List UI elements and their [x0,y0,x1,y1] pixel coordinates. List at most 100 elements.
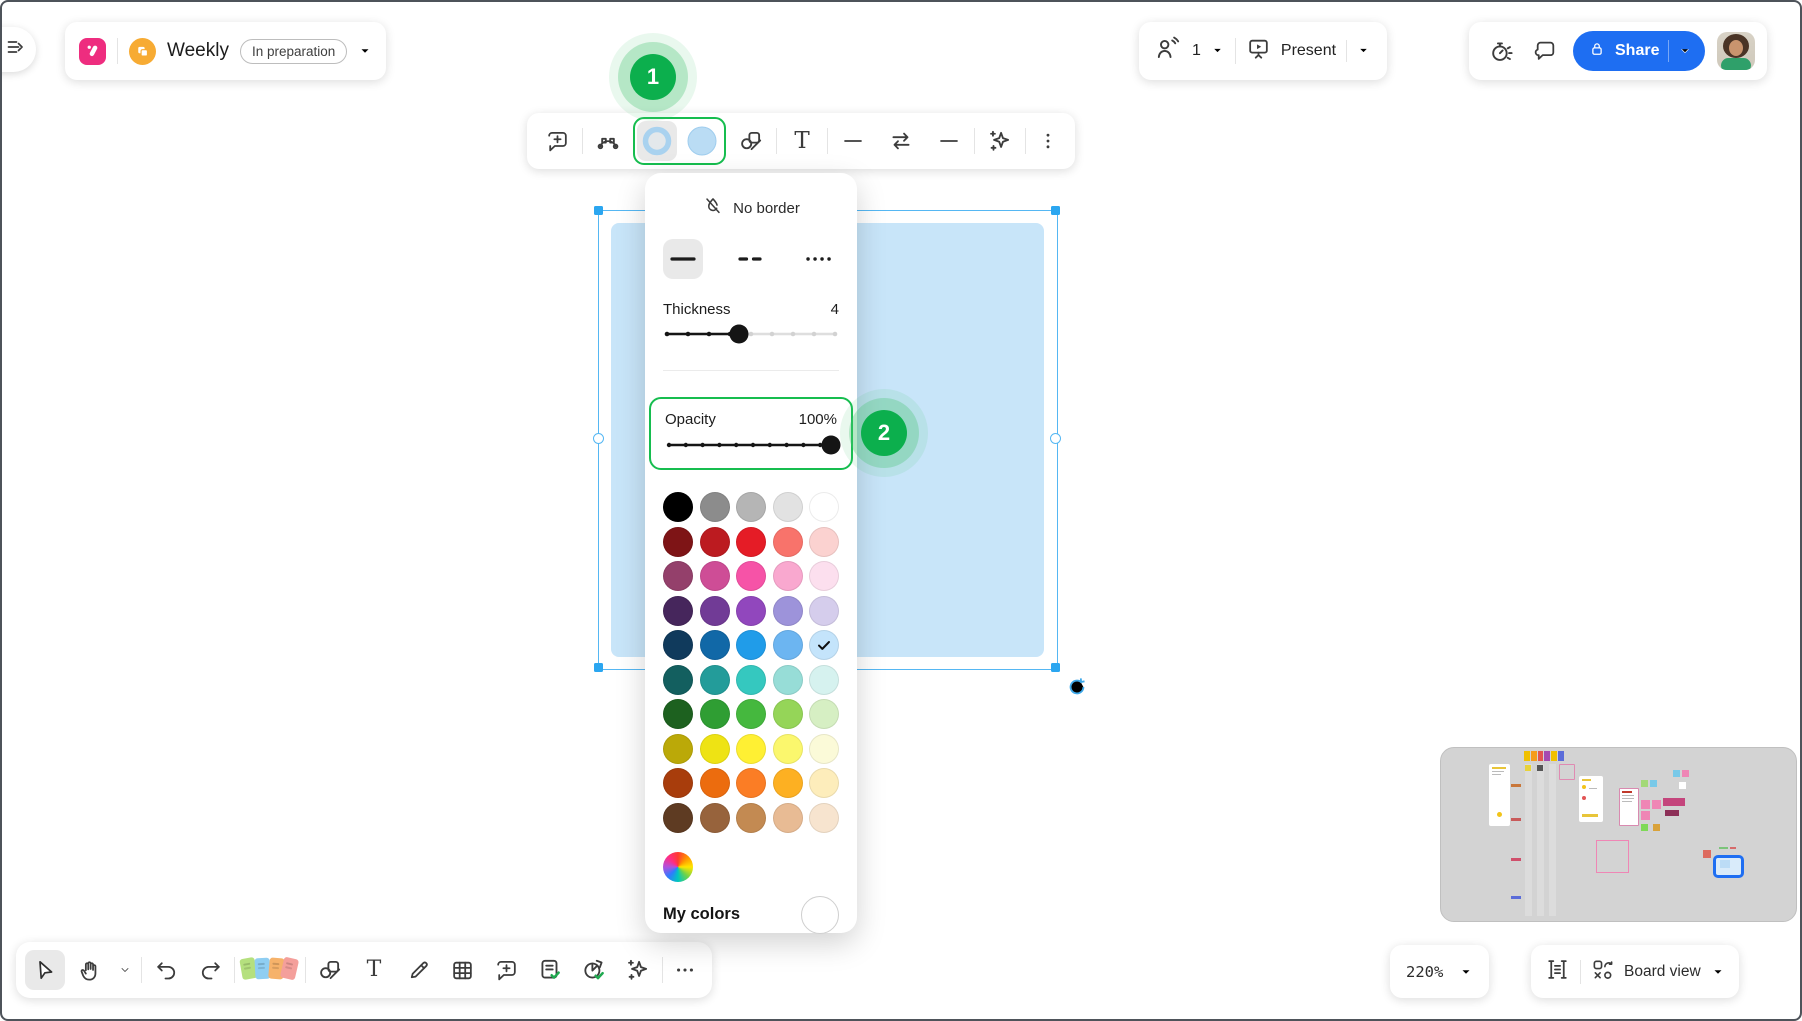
line-tool-2-button[interactable] [929,121,969,161]
hand-tool-button[interactable] [69,950,109,990]
color-swatch[interactable] [663,734,693,764]
weekly-app-icon[interactable] [129,38,156,65]
color-swatch[interactable] [773,699,803,729]
tool-chevron-icon[interactable] [113,950,137,990]
sticky-notes-button[interactable] [239,950,301,990]
ai-magic-button[interactable] [980,121,1020,161]
frames-panel-icon[interactable] [1545,957,1570,987]
frames-tool-button[interactable] [530,950,570,990]
border-color-button[interactable] [637,121,677,161]
present-chevron-icon[interactable] [1357,44,1371,58]
color-swatch[interactable] [773,768,803,798]
view-chevron-icon[interactable] [1711,965,1725,979]
select-tool-button[interactable] [25,950,65,990]
color-swatch[interactable] [773,596,803,626]
add-custom-color-button[interactable] [801,896,839,934]
board-menu-chevron-icon[interactable] [358,44,372,58]
color-swatch[interactable] [700,561,730,591]
shape-style-button[interactable] [731,121,771,161]
comments-icon[interactable] [1529,31,1561,71]
more-options-button[interactable] [1031,121,1065,161]
app-logo-icon[interactable] [79,38,106,65]
share-button[interactable]: Share [1573,31,1705,71]
color-swatch[interactable] [809,768,839,798]
color-swatch[interactable] [736,699,766,729]
color-swatch[interactable] [700,699,730,729]
board-view-label[interactable]: Board view [1624,963,1701,981]
connector-tool-button[interactable] [588,121,628,161]
color-swatch[interactable] [736,665,766,695]
color-swatch[interactable] [809,699,839,729]
redo-button[interactable] [190,950,230,990]
fill-color-button[interactable] [682,121,722,161]
color-swatch[interactable] [736,561,766,591]
color-swatch[interactable] [700,734,730,764]
color-swatch[interactable] [700,527,730,557]
whiteboard-canvas[interactable]: Weekly In preparation 1 T [0,0,1802,1021]
color-swatch[interactable] [663,596,693,626]
table-tool-button[interactable] [442,950,482,990]
color-swatch[interactable] [700,768,730,798]
color-swatch[interactable] [736,734,766,764]
color-swatch[interactable] [663,803,693,833]
color-swatch[interactable] [736,492,766,522]
board-title[interactable]: Weekly [167,40,229,62]
opacity-slider[interactable] [665,432,841,458]
color-swatch[interactable] [736,527,766,557]
charts-tool-button[interactable] [574,950,614,990]
color-swatch[interactable] [736,803,766,833]
color-swatch[interactable] [809,596,839,626]
color-swatch[interactable] [809,527,839,557]
color-swatch[interactable] [736,768,766,798]
color-swatch[interactable] [663,768,693,798]
color-swatch[interactable] [809,630,839,660]
color-swatch[interactable] [773,492,803,522]
sidebar-toggle-button[interactable] [0,27,36,72]
color-swatch[interactable] [773,630,803,660]
line-tool-button[interactable] [833,121,873,161]
resize-handle-ne[interactable] [1051,206,1060,215]
minimap-viewport[interactable] [1713,855,1744,878]
custom-color-wheel-button[interactable] [663,852,693,882]
timer-icon[interactable] [1483,31,1517,71]
collaborators-chevron-icon[interactable] [1211,44,1225,58]
rotate-handle-icon[interactable] [1066,676,1088,703]
user-avatar[interactable] [1717,32,1755,70]
pen-tool-button[interactable] [398,950,438,990]
solid-line-option[interactable] [663,239,703,279]
shapes-tool-button[interactable] [310,950,350,990]
color-swatch[interactable] [773,561,803,591]
color-swatch[interactable] [663,699,693,729]
color-swatch[interactable] [663,527,693,557]
color-swatch[interactable] [700,596,730,626]
resize-handle-sw[interactable] [594,663,603,672]
color-swatch[interactable] [700,630,730,660]
zoom-chevron-icon[interactable] [1459,965,1473,979]
more-tools-button[interactable] [667,950,703,990]
color-swatch[interactable] [773,734,803,764]
text-tool-button[interactable]: T [782,121,822,161]
status-badge[interactable]: In preparation [240,39,347,64]
color-swatch[interactable] [773,527,803,557]
collaborators-icon[interactable] [1155,35,1182,67]
color-swatch[interactable] [773,803,803,833]
color-swatch[interactable] [809,734,839,764]
color-swatch[interactable] [663,630,693,660]
arrows-swap-button[interactable] [878,121,924,161]
undo-button[interactable] [146,950,186,990]
color-swatch[interactable] [736,596,766,626]
color-swatch[interactable] [663,492,693,522]
color-swatch[interactable] [663,561,693,591]
resize-handle-e[interactable] [1050,433,1061,444]
add-comment-button[interactable] [537,121,577,161]
color-swatch[interactable] [809,492,839,522]
minimap[interactable] [1440,747,1797,922]
dotted-line-option[interactable] [799,239,839,279]
color-swatch[interactable] [736,630,766,660]
share-chevron-icon[interactable] [1678,44,1692,58]
zoom-level[interactable]: 220% [1406,963,1443,981]
ai-tools-button[interactable] [618,950,658,990]
color-swatch[interactable] [809,561,839,591]
color-swatch[interactable] [663,665,693,695]
color-swatch[interactable] [773,665,803,695]
